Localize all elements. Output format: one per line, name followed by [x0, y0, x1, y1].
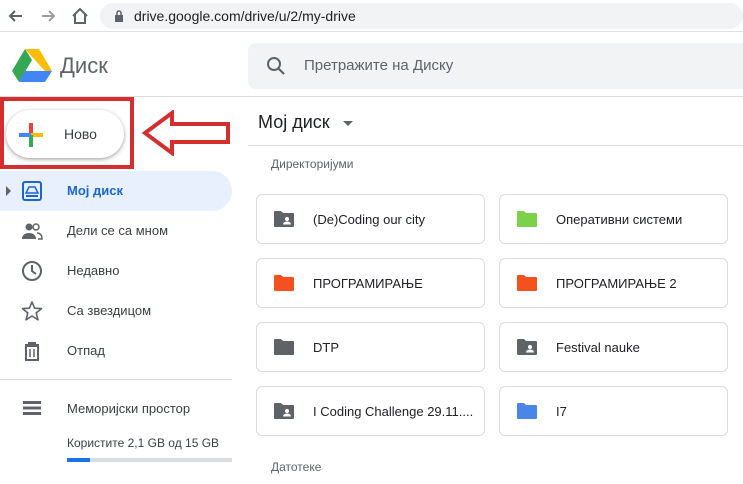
folder-name: ПРОГРАМИРАЊЕ 2: [556, 276, 677, 291]
shared-folder-icon: [517, 339, 537, 355]
my-drive-icon: [22, 181, 42, 201]
folder-card[interactable]: DTP: [256, 322, 485, 372]
folder-name: I7: [556, 404, 567, 419]
pointer-arrow-icon: [142, 110, 230, 156]
address-bar[interactable]: drive.google.com/drive/u/2/my-drive: [100, 3, 743, 29]
url-text: drive.google.com/drive/u/2/my-drive: [134, 8, 356, 24]
folder-card[interactable]: ПРОГРАМИРАЊЕ: [256, 258, 485, 308]
sidebar-item-trash[interactable]: Отпад: [0, 331, 232, 371]
lock-icon: [115, 10, 123, 22]
sidebar-item-label: Са звездицом: [67, 303, 152, 318]
folder-icon: [274, 275, 294, 291]
browser-toolbar: drive.google.com/drive/u/2/my-drive: [0, 0, 743, 32]
folder-name: Оперативни системи: [556, 212, 683, 227]
drive-header: Диск Претражите на Диску: [0, 33, 743, 97]
plus-icon: [19, 123, 43, 147]
folder-card[interactable]: (De)Coding our city: [256, 194, 485, 244]
folder-name: DTP: [313, 340, 339, 355]
star-icon: [21, 301, 43, 321]
folder-card[interactable]: I Coding Challenge 29.11....: [256, 386, 485, 436]
trash-icon: [25, 342, 39, 361]
chevron-down-icon[interactable]: [343, 121, 353, 126]
storage-progress-fill: [67, 458, 91, 462]
folder-name: Festival nauke: [556, 340, 640, 355]
search-icon[interactable]: [266, 56, 286, 76]
search-placeholder: Претражите на Диску: [304, 57, 454, 74]
expand-caret-icon[interactable]: [6, 186, 11, 196]
forward-icon[interactable]: [38, 6, 58, 26]
sidebar-item-label: Отпад: [67, 343, 105, 358]
sidebar-divider: [0, 379, 232, 380]
files-section-label: Датотеке: [271, 460, 322, 474]
sidebar-item-starred[interactable]: Са звездицом: [0, 291, 232, 331]
new-button[interactable]: Ново: [6, 110, 124, 158]
folder-card[interactable]: ПРОГРАМИРАЊЕ 2: [499, 258, 728, 308]
sidebar-item-my-drive[interactable]: Мој диск: [0, 171, 232, 211]
shared-icon: [22, 223, 43, 240]
storage-icon: [23, 401, 41, 415]
search-input[interactable]: Претражите на Диску: [248, 43, 743, 89]
folders-section-label: Директоријуми: [271, 157, 354, 171]
folder-card[interactable]: Оперативни системи: [499, 194, 728, 244]
sidebar-item-label: Дели се са мном: [67, 223, 169, 238]
sidebar-item-recent[interactable]: Недавно: [0, 251, 232, 291]
folder-icon: [274, 339, 294, 355]
folder-icon: [517, 275, 537, 291]
app-name: Диск: [60, 53, 108, 78]
new-button-label: Ново: [64, 126, 97, 142]
main-divider: [248, 145, 743, 146]
folder-icon: [517, 211, 537, 227]
storage-usage-text: Користите 2,1 GB од 15 GB: [67, 436, 220, 450]
page-title[interactable]: Мој диск: [258, 112, 330, 133]
folder-card[interactable]: I7: [499, 386, 728, 436]
storage-label[interactable]: Меморијски простор: [67, 401, 190, 416]
shared-folder-icon: [274, 211, 294, 227]
shared-folder-icon: [274, 403, 294, 419]
folder-name: ПРОГРАМИРАЊЕ: [313, 276, 423, 291]
home-icon[interactable]: [70, 6, 90, 26]
folder-card[interactable]: Festival nauke: [499, 322, 728, 372]
sidebar-item-shared[interactable]: Дели се са мном: [0, 211, 232, 251]
back-icon[interactable]: [6, 6, 26, 26]
folder-name: I Coding Challenge 29.11....: [313, 404, 474, 419]
folder-name: (De)Coding our city: [313, 212, 425, 227]
storage-progress-bar: [67, 458, 232, 462]
sidebar-item-label: Мој диск: [67, 183, 123, 198]
clock-icon: [22, 261, 42, 281]
folder-icon: [517, 403, 537, 419]
drive-logo-icon[interactable]: [12, 47, 52, 83]
sidebar-item-label: Недавно: [67, 263, 120, 278]
